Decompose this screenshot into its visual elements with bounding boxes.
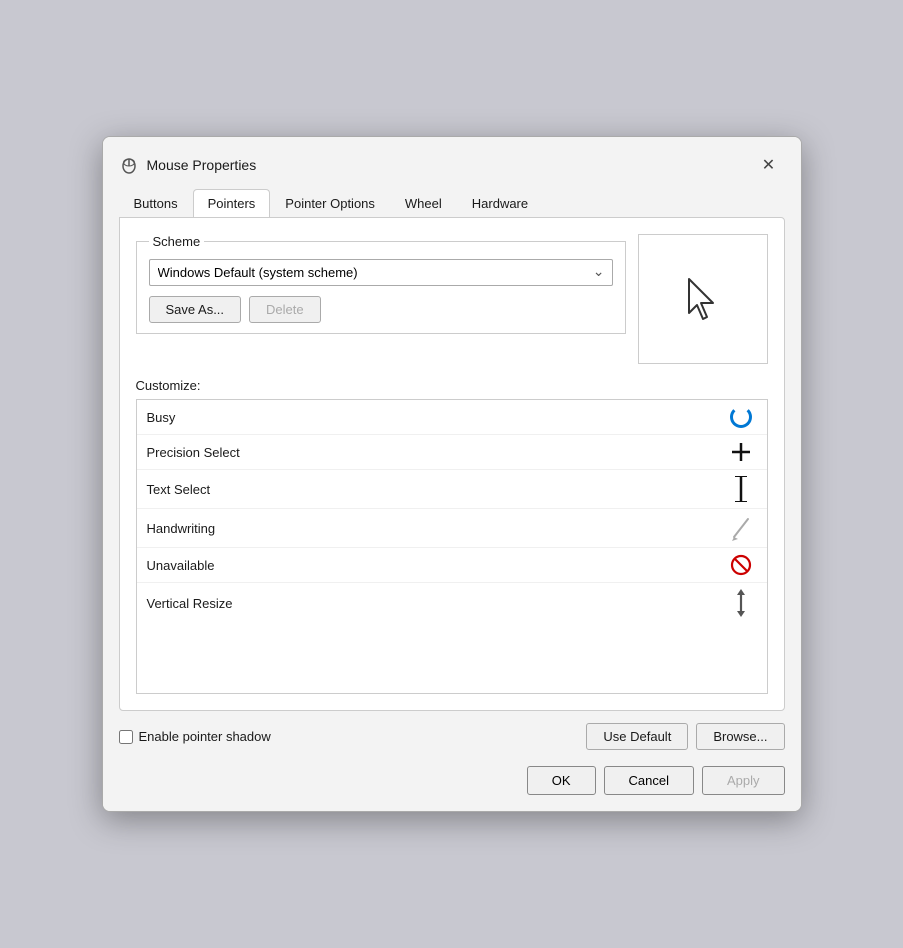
list-item-label: Precision Select <box>147 445 725 460</box>
delete-button[interactable]: Delete <box>249 296 321 323</box>
list-item-label: Vertical Resize <box>147 596 725 611</box>
list-item[interactable]: Busy <box>137 400 767 435</box>
tab-hardware[interactable]: Hardware <box>457 189 543 217</box>
tab-pointer-options[interactable]: Pointer Options <box>270 189 390 217</box>
save-as-button[interactable]: Save As... <box>149 296 242 323</box>
title-bar: Mouse Properties ✕ <box>103 137 801 181</box>
dialog-title: Mouse Properties <box>147 157 753 173</box>
scheme-dropdown[interactable]: Windows Default (system scheme) Windows … <box>149 259 613 286</box>
scheme-left: Scheme Windows Default (system scheme) W… <box>136 234 626 334</box>
mouse-properties-dialog: Mouse Properties ✕ Buttons Pointers Poin… <box>102 136 802 812</box>
cursor-preview-icon <box>683 275 723 323</box>
apply-button[interactable]: Apply <box>702 766 785 795</box>
tab-buttons[interactable]: Buttons <box>119 189 193 217</box>
bottom-buttons: Use Default Browse... <box>586 723 784 750</box>
shadow-checkbox[interactable] <box>119 730 133 744</box>
list-item[interactable]: Text Select <box>137 470 767 509</box>
scheme-section: Scheme Windows Default (system scheme) W… <box>136 234 768 364</box>
close-button[interactable]: ✕ <box>753 149 785 181</box>
precision-select-icon <box>725 441 757 463</box>
scheme-legend: Scheme <box>149 234 205 249</box>
vertical-resize-icon <box>725 589 757 617</box>
bottom-controls: Enable pointer shadow Use Default Browse… <box>119 723 785 750</box>
shadow-checkbox-label[interactable]: Enable pointer shadow <box>119 729 587 744</box>
list-item[interactable]: Handwriting <box>137 509 767 548</box>
list-item-label: Unavailable <box>147 558 725 573</box>
dialog-footer: OK Cancel Apply <box>103 750 801 811</box>
list-item[interactable]: Precision Select <box>137 435 767 470</box>
unavailable-icon <box>725 554 757 576</box>
busy-icon <box>725 406 757 428</box>
text-select-icon <box>725 476 757 502</box>
customize-label: Customize: <box>136 378 768 393</box>
use-default-button[interactable]: Use Default <box>586 723 688 750</box>
browse-button[interactable]: Browse... <box>696 723 784 750</box>
scheme-buttons: Save As... Delete <box>149 296 613 323</box>
list-item-label: Handwriting <box>147 521 725 536</box>
tab-pointers[interactable]: Pointers <box>193 189 271 217</box>
dialog-icon <box>119 155 139 175</box>
scheme-preview <box>638 234 768 364</box>
list-item-label: Text Select <box>147 482 725 497</box>
list-item-label: Busy <box>147 410 725 425</box>
handwriting-icon <box>725 515 757 541</box>
shadow-label: Enable pointer shadow <box>139 729 271 744</box>
list-item[interactable]: Vertical Resize <box>137 583 767 623</box>
scheme-select-wrapper: Windows Default (system scheme) Windows … <box>149 259 613 286</box>
tab-content: Scheme Windows Default (system scheme) W… <box>119 217 785 711</box>
cancel-button[interactable]: Cancel <box>604 766 694 795</box>
ok-button[interactable]: OK <box>527 766 596 795</box>
tab-wheel[interactable]: Wheel <box>390 189 457 217</box>
customize-list: Busy Precision Select Text Select <box>136 399 768 694</box>
list-item[interactable]: Unavailable <box>137 548 767 583</box>
tab-bar: Buttons Pointers Pointer Options Wheel H… <box>103 181 801 217</box>
